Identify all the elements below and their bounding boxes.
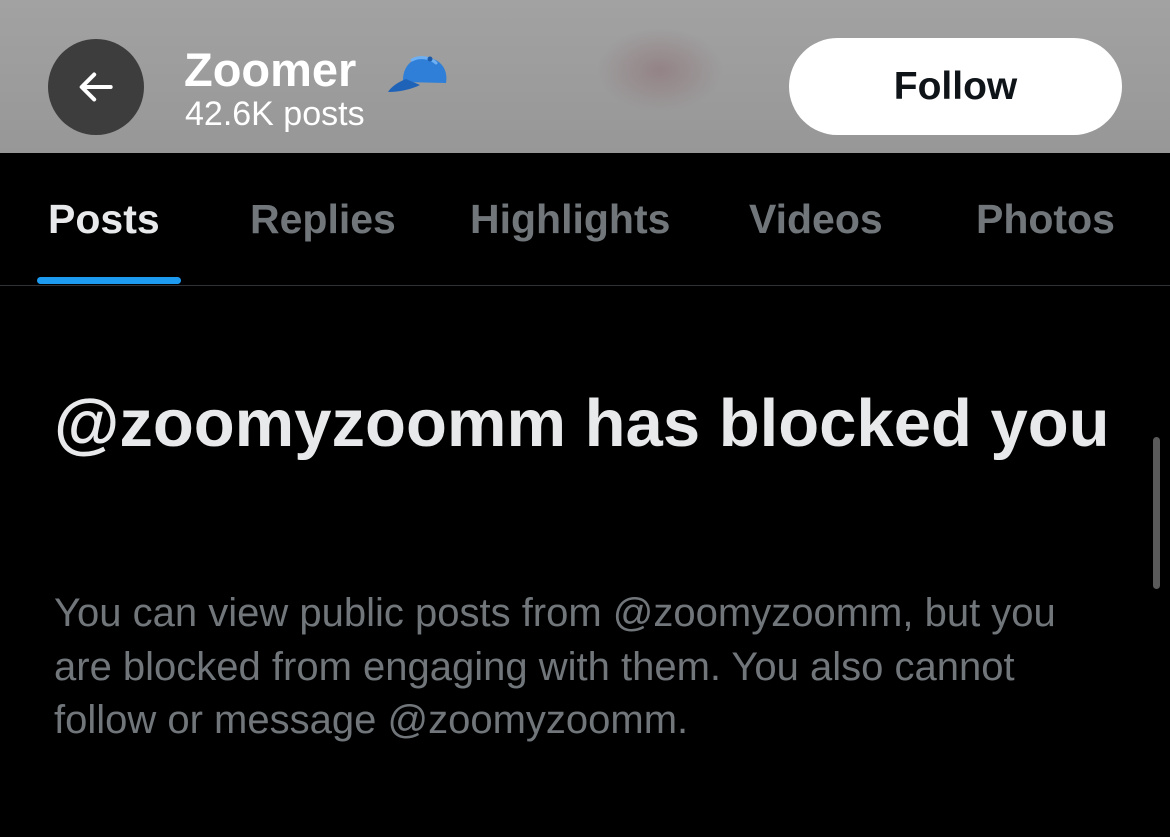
blocked-message: You can view public posts from @zoomyzoo… bbox=[54, 591, 1056, 742]
post-count: 42.6K posts bbox=[185, 95, 365, 133]
back-button[interactable] bbox=[48, 39, 144, 135]
blocked-heading: @zoomyzoomm has blocked you bbox=[54, 386, 1110, 461]
arrow-left-icon bbox=[79, 72, 113, 102]
active-tab-indicator bbox=[37, 277, 181, 284]
tab-posts[interactable]: Posts bbox=[48, 195, 160, 243]
profile-display-name: Zoomer bbox=[184, 43, 357, 96]
tab-highlights[interactable]: Highlights bbox=[470, 195, 670, 243]
follow-button[interactable]: Follow bbox=[789, 38, 1122, 135]
tab-photos[interactable]: Photos bbox=[976, 195, 1115, 243]
profile-tabs: Posts Replies Highlights Videos Photos bbox=[0, 153, 1170, 286]
tab-replies[interactable]: Replies bbox=[250, 195, 396, 243]
scrollbar[interactable] bbox=[1153, 437, 1160, 589]
tab-videos[interactable]: Videos bbox=[749, 195, 883, 243]
profile-header: Zoomer 42.6K posts Follow bbox=[0, 0, 1170, 153]
blue-cap-icon bbox=[388, 56, 447, 92]
